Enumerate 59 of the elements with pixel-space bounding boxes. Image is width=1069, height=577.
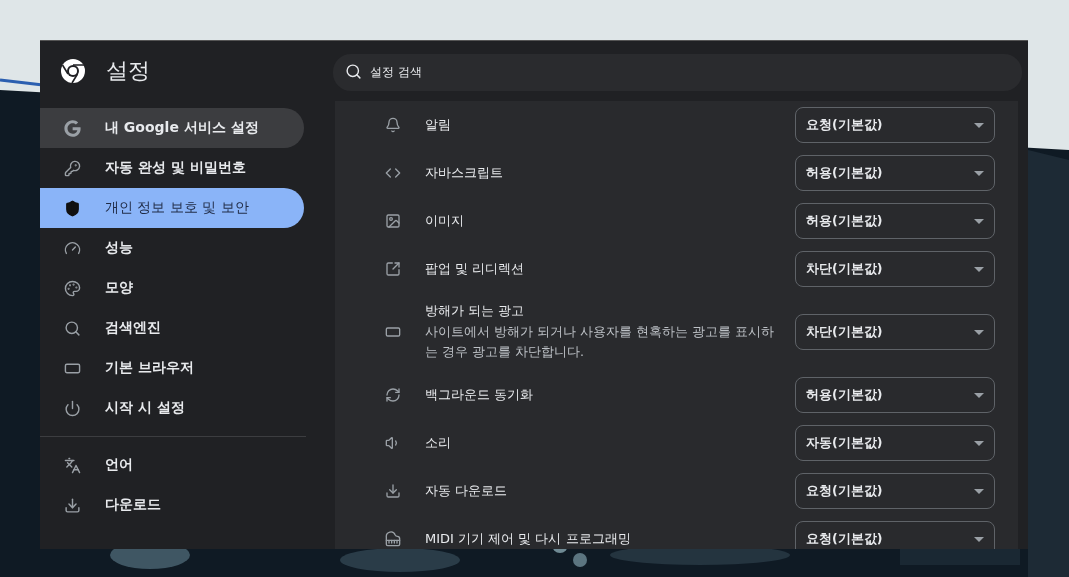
caret-icon	[974, 329, 984, 335]
permission-dropdown[interactable]: 허용(기본값)	[795, 155, 995, 191]
window-title: 설정	[106, 57, 150, 85]
permission-label: 백그라운드 동기화	[425, 386, 535, 404]
permission-label: 방해가 되는 광고	[425, 302, 526, 320]
caret-icon	[974, 218, 984, 224]
download-icon	[64, 496, 81, 514]
sidebar-item[interactable]: 검색엔진	[40, 308, 304, 348]
search-field[interactable]: 설정 검색	[333, 53, 1022, 91]
sync-icon	[385, 387, 401, 403]
external-link-icon	[385, 261, 401, 277]
palette-icon	[64, 279, 81, 297]
permission-dropdown[interactable]: 허용(기본값)	[795, 203, 995, 239]
sidebar-item[interactable]: 시작 시 설정	[40, 388, 304, 428]
caret-icon	[974, 122, 984, 128]
gauge-icon	[64, 239, 81, 257]
caret-icon	[974, 536, 984, 542]
sidebar-item[interactable]: 다운로드	[40, 485, 304, 525]
google-g-icon	[64, 119, 81, 137]
permission-dropdown[interactable]: 차단(기본값)	[795, 251, 995, 287]
permission-label: 팝업 및 리디렉션	[425, 260, 526, 278]
search-icon	[345, 62, 362, 80]
sidebar-item[interactable]: 모양	[40, 268, 304, 308]
caret-icon	[974, 266, 984, 272]
sidebar-item[interactable]: 언어	[40, 445, 304, 485]
power-icon	[64, 399, 81, 417]
permission-label: 자바스크립트	[425, 164, 504, 182]
key-icon	[64, 159, 81, 177]
image-icon	[385, 213, 401, 229]
search-icon	[64, 319, 81, 337]
permission-dropdown[interactable]: 허용(기본값)	[795, 377, 995, 413]
bell-icon	[385, 117, 401, 133]
permission-label: 자동 다운로드	[425, 482, 509, 500]
caret-icon	[974, 440, 984, 446]
sidebar-item[interactable]: 자동 완성 및 비밀번호	[40, 148, 304, 188]
translate-icon	[64, 456, 81, 474]
piano-icon	[385, 531, 401, 547]
sidebar-item[interactable]: 성능	[40, 228, 304, 268]
sidebar-item[interactable]: 기본 브라우저	[40, 348, 304, 388]
permission-label: MIDI 기기 제어 및 다시 프로그래밍	[425, 530, 632, 548]
sidebar-item[interactable]: 내 Google 서비스 설정	[40, 108, 304, 148]
code-icon	[385, 165, 401, 181]
download-icon	[385, 483, 401, 499]
permission-description: 사이트에서 방해가 되거나 사용자를 현혹하는 광고를 표시하는 경우 광고를 차단합니다.	[425, 323, 775, 361]
permission-label: 소리	[425, 434, 452, 452]
permission-dropdown[interactable]: 요청(기본값)	[795, 521, 995, 549]
permission-dropdown[interactable]: 차단(기본값)	[795, 314, 995, 350]
shield-icon	[64, 199, 81, 217]
permission-dropdown[interactable]: 요청(기본값)	[795, 473, 995, 509]
permission-label: 알림	[425, 116, 452, 134]
permission-dropdown[interactable]: 요청(기본값)	[795, 107, 995, 143]
caret-icon	[974, 170, 984, 176]
sidebar-item[interactable]: 개인 정보 보호 및 보안	[40, 188, 304, 228]
permission-label: 이미지	[425, 212, 465, 230]
window-icon	[385, 324, 401, 340]
permission-dropdown[interactable]: 자동(기본값)	[795, 425, 995, 461]
chrome-logo-icon	[60, 58, 86, 84]
caret-icon	[974, 488, 984, 494]
caret-icon	[974, 392, 984, 398]
